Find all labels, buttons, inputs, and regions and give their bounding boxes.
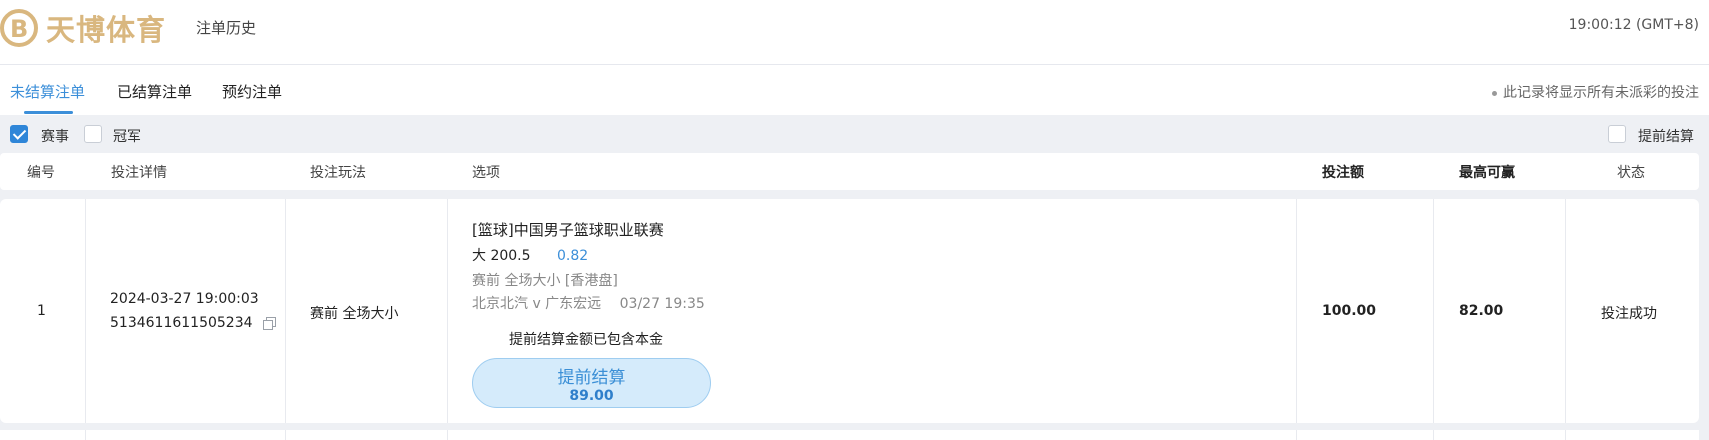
column-divider bbox=[447, 430, 448, 440]
cashout-button[interactable]: 提前结算 89.00 bbox=[472, 358, 711, 408]
brand-logo[interactable]: B 天博体育 bbox=[0, 4, 166, 52]
champion-checkbox[interactable] bbox=[84, 125, 102, 143]
selection-line: 大 200.5 0.82 bbox=[472, 245, 588, 265]
unsettled-notice: 此记录将显示所有未派彩的投注 bbox=[1492, 82, 1699, 102]
column-divider bbox=[85, 430, 86, 440]
copy-icon[interactable] bbox=[262, 316, 277, 330]
match-line: 北京北汽 v 广东宏远 03/27 19:35 bbox=[472, 293, 705, 313]
champion-checkbox-label: 冠军 bbox=[113, 129, 141, 145]
column-divider bbox=[1296, 430, 1297, 440]
tab-reserved[interactable]: 预约注单 bbox=[222, 81, 282, 102]
bet-history-link[interactable]: 注单历史 bbox=[196, 17, 256, 38]
event-checkbox-label: 赛事 bbox=[41, 129, 69, 145]
col-detail: 投注详情 bbox=[111, 165, 167, 181]
market-info: 赛前 全场大小 [香港盘] bbox=[472, 273, 618, 289]
bet-status: 投注成功 bbox=[1601, 306, 1657, 322]
column-divider bbox=[1565, 430, 1566, 440]
cashout-filter-label: 提前结算 bbox=[1638, 129, 1694, 145]
col-option: 选项 bbox=[472, 165, 500, 181]
notice-text: 此记录将显示所有未派彩的投注 bbox=[1503, 85, 1699, 101]
column-divider bbox=[1296, 199, 1297, 423]
column-divider bbox=[447, 199, 448, 423]
cashout-note: 提前结算金额已包含本金 bbox=[509, 332, 663, 348]
event-checkbox[interactable] bbox=[10, 125, 28, 143]
filter-bar: 赛事 冠军 提前结算 bbox=[0, 115, 1709, 153]
col-number: 编号 bbox=[27, 165, 55, 181]
top-header: B 天博体育 注单历史 19:00:12 (GMT+8) bbox=[0, 0, 1709, 65]
active-tab-indicator bbox=[24, 111, 73, 114]
cashout-filter-checkbox[interactable] bbox=[1608, 125, 1626, 143]
bet-play: 赛前 全场大小 bbox=[310, 306, 399, 322]
bet-datetime: 2024-03-27 19:00:03 bbox=[110, 291, 259, 307]
table-row: 1 2024-03-27 19:00:03 5134611611505234 赛… bbox=[0, 199, 1699, 423]
match-teams: 北京北汽 v 广东宏远 bbox=[472, 296, 602, 312]
col-max-win: 最高可赢 bbox=[1459, 165, 1515, 181]
cashout-button-label: 提前结算 bbox=[557, 368, 626, 388]
column-divider bbox=[1565, 199, 1566, 423]
max-win-amount: 82.00 bbox=[1459, 303, 1504, 319]
col-stake: 投注额 bbox=[1322, 165, 1364, 181]
stake-amount: 100.00 bbox=[1322, 303, 1377, 319]
column-divider bbox=[1433, 430, 1434, 440]
column-divider bbox=[285, 430, 286, 440]
bullet-icon bbox=[1492, 90, 1497, 96]
svg-text:B: B bbox=[10, 15, 28, 43]
col-status: 状态 bbox=[1617, 165, 1645, 181]
match-time: 03/27 19:35 bbox=[619, 296, 705, 312]
current-time: 19:00:12 (GMT+8) bbox=[1568, 17, 1699, 33]
column-divider bbox=[285, 199, 286, 423]
column-divider bbox=[85, 199, 86, 423]
cashout-amount: 89.00 bbox=[569, 388, 614, 404]
tab-unsettled[interactable]: 未结算注单 bbox=[10, 81, 85, 102]
column-divider bbox=[1433, 199, 1434, 423]
bet-number: 1 bbox=[37, 303, 46, 319]
bet-id: 5134611611505234 bbox=[110, 315, 253, 331]
selection: 大 200.5 bbox=[472, 248, 531, 264]
logo-mark-icon: B bbox=[0, 9, 38, 47]
bet-id-wrap: 5134611611505234 bbox=[110, 315, 277, 331]
table-header: 编号 投注详情 投注玩法 选项 投注额 最高可赢 状态 bbox=[0, 153, 1699, 190]
tab-settled[interactable]: 已结算注单 bbox=[117, 81, 192, 102]
league-name: [篮球]中国男子篮球职业联赛 bbox=[472, 221, 664, 239]
next-row-partial bbox=[0, 430, 1699, 440]
col-play: 投注玩法 bbox=[310, 165, 366, 181]
odds: 0.82 bbox=[556, 248, 589, 264]
tab-bar: 未结算注单 已结算注单 预约注单 此记录将显示所有未派彩的投注 bbox=[0, 65, 1709, 115]
logo-text: 天博体育 bbox=[46, 13, 167, 47]
